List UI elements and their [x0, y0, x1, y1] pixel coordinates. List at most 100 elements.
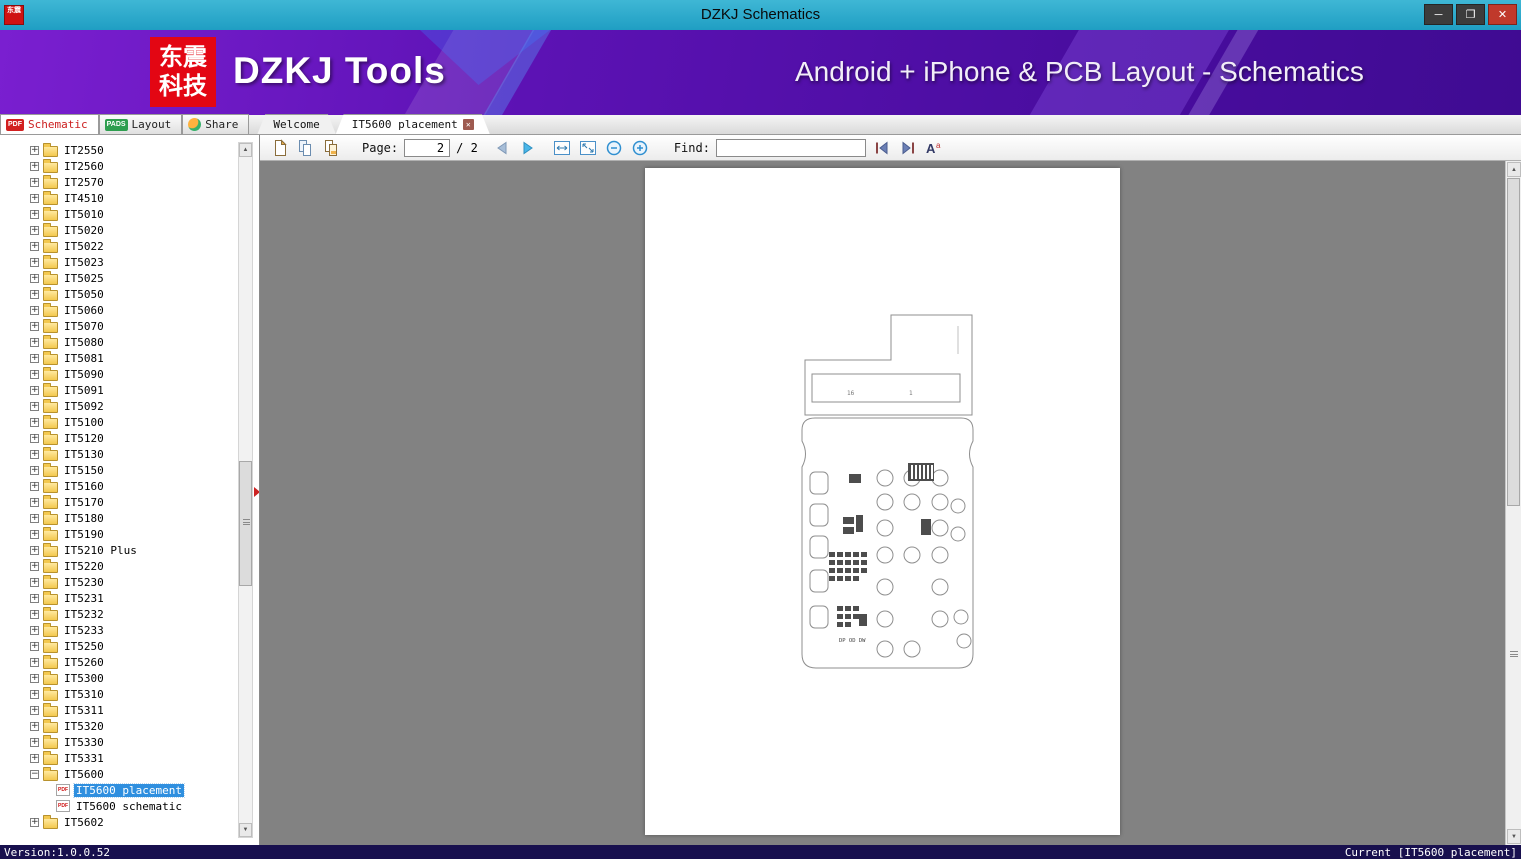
doc-tab-welcome[interactable]: Welcome [257, 114, 335, 134]
tree-item-it5023[interactable]: + IT5023 [0, 254, 236, 270]
expand-icon[interactable]: + [30, 641, 39, 651]
font-size-icon[interactable]: Aa [924, 138, 944, 158]
tree-item-it5150[interactable]: + IT5150 [0, 462, 236, 478]
expand-icon[interactable]: + [30, 577, 39, 587]
tree-item-it5320[interactable]: + IT5320 [0, 718, 236, 734]
expand-icon[interactable]: + [30, 369, 39, 379]
tree-item-it5090[interactable]: + IT5090 [0, 366, 236, 382]
tree-item-it5220[interactable]: + IT5220 [0, 558, 236, 574]
expand-icon[interactable]: + [30, 481, 39, 491]
viewer-scrollbar[interactable]: ▲ ▼ [1505, 161, 1521, 845]
expand-icon[interactable]: + [30, 529, 39, 539]
tree-item-it5020[interactable]: + IT5020 [0, 222, 236, 238]
tree-item-it5260[interactable]: + IT5260 [0, 654, 236, 670]
expand-icon[interactable]: + [30, 257, 39, 267]
sidebar-scroll-thumb[interactable] [239, 461, 252, 586]
expand-icon[interactable]: + [30, 273, 39, 283]
tree-item-it5330[interactable]: + IT5330 [0, 734, 236, 750]
expand-icon[interactable]: + [30, 673, 39, 683]
expand-icon[interactable]: + [30, 705, 39, 715]
tree-item-it5180[interactable]: + IT5180 [0, 510, 236, 526]
tab-schematic[interactable]: PDF Schematic [0, 114, 99, 134]
tree-item-it5081[interactable]: + IT5081 [0, 350, 236, 366]
expand-icon[interactable]: + [30, 401, 39, 411]
tree-item-it5230[interactable]: + IT5230 [0, 574, 236, 590]
close-tab-icon[interactable]: ✕ [463, 119, 474, 130]
tree-item-it5010[interactable]: + IT5010 [0, 206, 236, 222]
tree-item-it4510[interactable]: + IT4510 [0, 190, 236, 206]
previous-page-icon[interactable] [492, 138, 512, 158]
tree-item-it5025[interactable]: + IT5025 [0, 270, 236, 286]
doc-tab-it5600-placement[interactable]: IT5600 placement ✕ [336, 114, 490, 134]
tree-item-it2570[interactable]: + IT2570 [0, 174, 236, 190]
find-next-icon[interactable] [898, 138, 918, 158]
tree-item-it5600-schematic[interactable]: PDF IT5600 schematic [0, 798, 236, 814]
close-button[interactable]: ✕ [1488, 4, 1517, 25]
zoom-in-icon[interactable] [630, 138, 650, 158]
expand-icon[interactable]: + [30, 449, 39, 459]
expand-icon[interactable]: + [30, 337, 39, 347]
pdf-viewer[interactable]: 16 1 DP OD DW ▲ ▼ [260, 161, 1521, 845]
expand-icon[interactable]: + [30, 721, 39, 731]
scroll-down-icon[interactable]: ▼ [1507, 829, 1521, 844]
find-previous-icon[interactable] [872, 138, 892, 158]
tree-item-it5120[interactable]: + IT5120 [0, 430, 236, 446]
tree-item-it5080[interactable]: + IT5080 [0, 334, 236, 350]
tree-item-it5310[interactable]: + IT5310 [0, 686, 236, 702]
tree-item-it5602[interactable]: + IT5602 [0, 814, 236, 830]
expand-icon[interactable]: + [30, 433, 39, 443]
single-page-icon[interactable] [270, 138, 290, 158]
tree-item-it5022[interactable]: + IT5022 [0, 238, 236, 254]
expand-icon[interactable]: + [30, 305, 39, 315]
expand-icon[interactable]: + [30, 209, 39, 219]
tree-item-it5600-placement[interactable]: PDF IT5600 placement [0, 782, 236, 798]
tree-item-it5210-plus[interactable]: + IT5210 Plus [0, 542, 236, 558]
expand-icon[interactable]: + [30, 737, 39, 747]
page-number-input[interactable] [404, 138, 451, 157]
expand-icon[interactable]: + [30, 417, 39, 427]
zoom-out-icon[interactable] [604, 138, 624, 158]
tab-share[interactable]: Share [182, 114, 250, 134]
maximize-button[interactable]: ❐ [1456, 4, 1485, 25]
copy-pages-icon[interactable] [296, 138, 316, 158]
expand-icon[interactable]: + [30, 817, 39, 827]
collapse-icon[interactable]: − [30, 769, 39, 779]
scroll-up-icon[interactable]: ▲ [239, 143, 252, 157]
tree-item-it5130[interactable]: + IT5130 [0, 446, 236, 462]
tree-item-it5060[interactable]: + IT5060 [0, 302, 236, 318]
scroll-down-icon[interactable]: ▼ [239, 823, 252, 837]
tree-item-it5100[interactable]: + IT5100 [0, 414, 236, 430]
expand-icon[interactable]: + [30, 689, 39, 699]
sidebar-scrollbar[interactable]: ▲ ▼ [238, 142, 253, 838]
tree-item-it2550[interactable]: + IT2550 [0, 142, 236, 158]
expand-icon[interactable]: + [30, 241, 39, 251]
tree-item-it5092[interactable]: + IT5092 [0, 398, 236, 414]
tree-item-it5331[interactable]: + IT5331 [0, 750, 236, 766]
expand-icon[interactable]: + [30, 753, 39, 763]
minimize-button[interactable]: ─ [1424, 4, 1453, 25]
expand-icon[interactable]: + [30, 353, 39, 363]
expand-icon[interactable]: + [30, 465, 39, 475]
expand-icon[interactable]: + [30, 161, 39, 171]
tree-item-it5600[interactable]: − IT5600 [0, 766, 236, 782]
fit-width-icon[interactable] [552, 138, 572, 158]
tree-item-it5170[interactable]: + IT5170 [0, 494, 236, 510]
tree-item-it5300[interactable]: + IT5300 [0, 670, 236, 686]
expand-icon[interactable]: + [30, 625, 39, 635]
expand-icon[interactable]: + [30, 497, 39, 507]
tree-item-it5232[interactable]: + IT5232 [0, 606, 236, 622]
tree-item-it5190[interactable]: + IT5190 [0, 526, 236, 542]
find-input[interactable] [715, 138, 866, 157]
snapshot-icon[interactable] [322, 138, 342, 158]
viewer-scroll-thumb[interactable] [1507, 178, 1520, 506]
tree-item-it5070[interactable]: + IT5070 [0, 318, 236, 334]
expand-icon[interactable]: + [30, 145, 39, 155]
tree-item-it5250[interactable]: + IT5250 [0, 638, 236, 654]
tree-item-it5160[interactable]: + IT5160 [0, 478, 236, 494]
tree-item-it5050[interactable]: + IT5050 [0, 286, 236, 302]
expand-icon[interactable]: + [30, 321, 39, 331]
expand-icon[interactable]: + [30, 609, 39, 619]
expand-icon[interactable]: + [30, 385, 39, 395]
tab-layout[interactable]: PADS Layout [98, 114, 183, 134]
expand-icon[interactable]: + [30, 513, 39, 523]
